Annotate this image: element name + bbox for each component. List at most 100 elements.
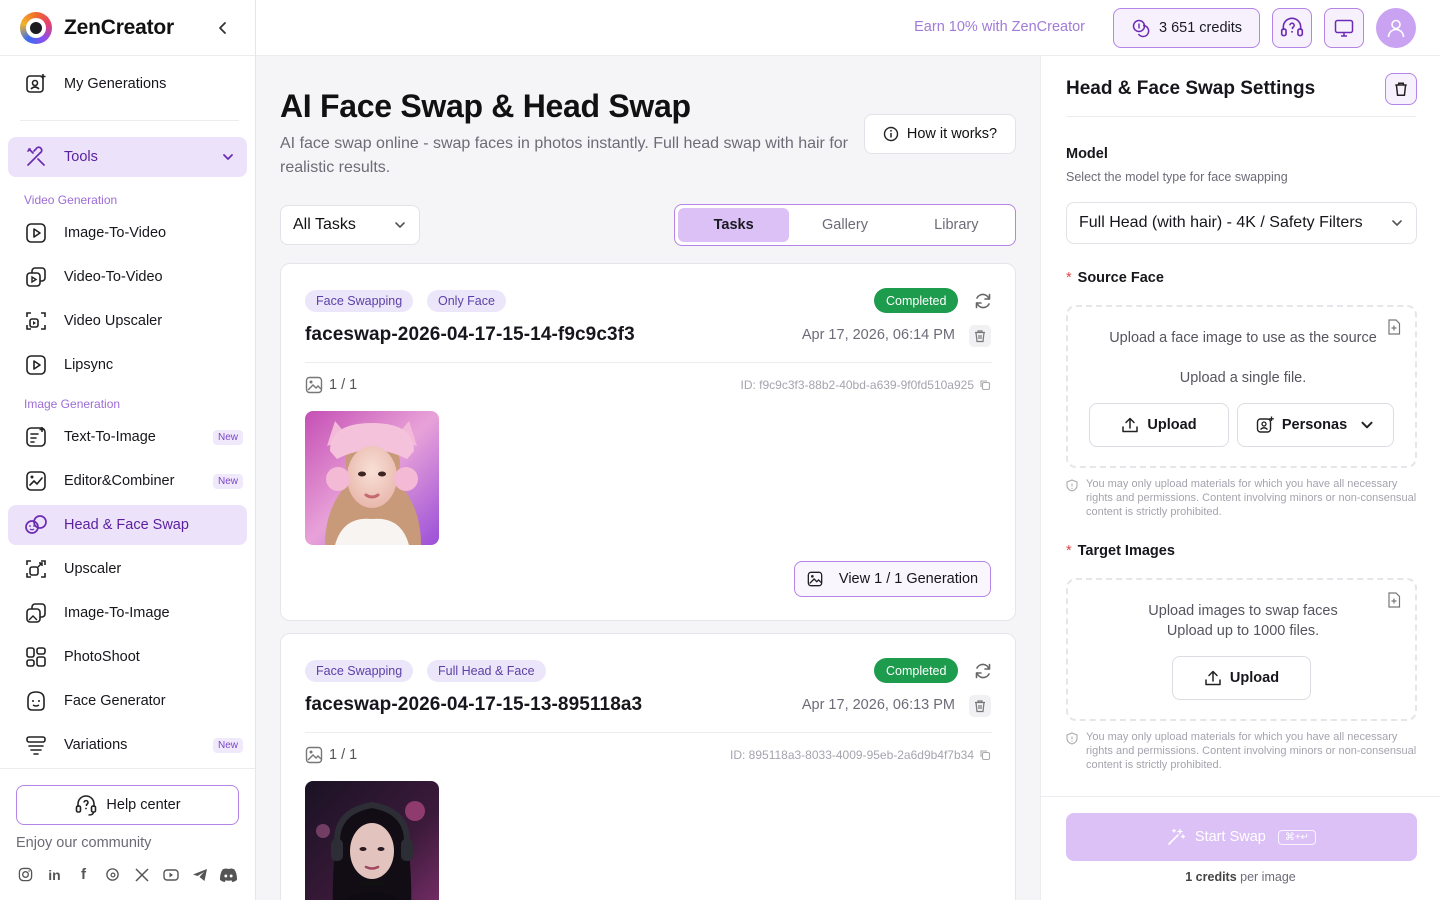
info-icon bbox=[883, 126, 899, 142]
sidebar-divider bbox=[20, 120, 239, 121]
instagram-icon[interactable] bbox=[16, 865, 35, 884]
collapse-sidebar-button[interactable] bbox=[211, 16, 235, 40]
sidebar-item-photoshoot[interactable]: PhotoShoot bbox=[8, 637, 247, 677]
task-date: Apr 17, 2026, 06:13 PM bbox=[801, 697, 955, 713]
sidebar-item-image-to-video[interactable]: Image-To-Video bbox=[8, 213, 247, 253]
delete-task-button[interactable] bbox=[969, 325, 991, 347]
refresh-icon[interactable] bbox=[973, 661, 993, 681]
sidebar-item-video-upscaler[interactable]: Video Upscaler bbox=[8, 301, 247, 341]
linkedin-icon[interactable]: in bbox=[45, 865, 64, 884]
how-it-works-label: How it works? bbox=[906, 126, 998, 142]
required-marker: * bbox=[1066, 270, 1072, 286]
help-center-button[interactable]: Help center bbox=[16, 785, 239, 825]
settings-panel: Head & Face Swap Settings Model Select t… bbox=[1040, 56, 1440, 900]
rights-notice: You may only upload materials for which … bbox=[1066, 730, 1417, 772]
target-images-dropzone[interactable]: Upload images to swap faces Upload up to… bbox=[1066, 578, 1417, 721]
required-marker: * bbox=[1066, 543, 1072, 559]
view-generation-button[interactable]: View 1 / 1 Generation bbox=[794, 561, 991, 597]
source-face-dropzone[interactable]: Upload a face image to use as the source… bbox=[1066, 305, 1417, 468]
task-filter-select[interactable]: All Tasks bbox=[280, 205, 420, 245]
task-tag: Full Head & Face bbox=[427, 660, 546, 682]
sidebar-item-label: Lipsync bbox=[64, 357, 114, 373]
task-id: ID: f9c9c3f3-88b2-40bd-a639-9f0fd510a925 bbox=[740, 378, 991, 392]
sidebar-item-video-to-video[interactable]: Video-To-Video bbox=[8, 257, 247, 297]
sidebar-item-text-to-image[interactable]: Text-To-Image New bbox=[8, 417, 247, 457]
generated-image-thumbnail[interactable] bbox=[305, 411, 439, 545]
generated-image-thumbnail[interactable] bbox=[305, 781, 439, 900]
delete-task-button[interactable] bbox=[969, 695, 991, 717]
tab-library[interactable]: Library bbox=[901, 208, 1012, 242]
user-avatar[interactable] bbox=[1376, 8, 1416, 48]
support-button[interactable] bbox=[1272, 8, 1312, 48]
sidebar-item-editor-combiner[interactable]: Editor&Combiner New bbox=[8, 461, 247, 501]
sidebar-item-variations[interactable]: Variations New bbox=[8, 725, 247, 765]
desktop-app-button[interactable] bbox=[1324, 8, 1364, 48]
status-badge: Completed bbox=[874, 288, 959, 313]
sidebar-item-lipsync[interactable]: Lipsync bbox=[8, 345, 247, 385]
sidebar-item-my-generations[interactable]: My Generations bbox=[8, 64, 247, 104]
new-badge: New bbox=[212, 737, 243, 753]
credits-button[interactable]: 3 651 credits bbox=[1113, 8, 1260, 48]
text-image-icon bbox=[24, 425, 48, 449]
refresh-icon[interactable] bbox=[973, 291, 993, 311]
sidebar-item-upscaler[interactable]: Upscaler bbox=[8, 549, 247, 589]
youtube-icon[interactable] bbox=[161, 865, 180, 884]
image-icon bbox=[807, 571, 823, 587]
trash-icon bbox=[975, 700, 985, 713]
editor-icon bbox=[24, 469, 48, 493]
credits-amount: 1 credits bbox=[1185, 870, 1237, 884]
model-select[interactable]: Full Head (with hair) - 4K / Safety Filt… bbox=[1066, 202, 1417, 244]
model-description: Select the model type for face swapping bbox=[1066, 170, 1288, 184]
model-select-value: Full Head (with hair) - 4K / Safety Filt… bbox=[1079, 214, 1363, 231]
discord-icon[interactable] bbox=[219, 865, 238, 884]
trash-icon bbox=[975, 330, 985, 343]
panel-divider bbox=[1066, 116, 1416, 117]
headset-question-icon bbox=[1280, 17, 1304, 37]
sidebar-item-face-generator[interactable]: Face Generator bbox=[8, 681, 247, 721]
model-label: Model bbox=[1066, 146, 1108, 162]
zencreator-logo[interactable] bbox=[20, 11, 52, 44]
copy-icon[interactable] bbox=[979, 749, 991, 761]
clear-settings-button[interactable] bbox=[1385, 73, 1417, 105]
panel-footer: Start Swap ⌘+↵ 1 credits per image bbox=[1041, 796, 1440, 900]
facebook-icon[interactable]: f bbox=[74, 865, 93, 884]
sidebar: ZenCreator My Generations Tools Video Ge… bbox=[0, 0, 256, 900]
view-tabs: Tasks Gallery Library bbox=[674, 204, 1016, 246]
credits-label: 3 651 credits bbox=[1158, 20, 1243, 36]
source-upload-hint: Upload a face image to use as the source bbox=[1109, 330, 1377, 346]
upload-icon bbox=[1204, 669, 1222, 687]
file-upload-icon bbox=[1387, 592, 1401, 608]
brand-name[interactable]: ZenCreator bbox=[64, 16, 211, 40]
shield-icon bbox=[1066, 479, 1078, 519]
tab-gallery[interactable]: Gallery bbox=[789, 208, 900, 242]
settings-title: Head & Face Swap Settings bbox=[1066, 78, 1316, 99]
upscale-icon bbox=[24, 557, 48, 581]
video-upscale-icon bbox=[24, 309, 48, 333]
source-upload-button[interactable]: Upload bbox=[1089, 403, 1229, 447]
how-it-works-button[interactable]: How it works? bbox=[864, 114, 1016, 154]
start-swap-button[interactable]: Start Swap ⌘+↵ bbox=[1066, 813, 1417, 861]
earn-referral-link[interactable]: Earn 10% with ZenCreator bbox=[914, 19, 1085, 35]
task-title: faceswap-2026-04-17-15-14-f9c9c3f3 bbox=[305, 324, 635, 345]
personas-dropdown[interactable]: Personas bbox=[1237, 403, 1394, 447]
sidebar-tools-toggle[interactable]: Tools bbox=[8, 137, 247, 177]
sidebar-item-image-to-image[interactable]: Image-To-Image bbox=[8, 593, 247, 633]
rights-notice: You may only upload materials for which … bbox=[1066, 477, 1417, 519]
sidebar-item-label: Variations bbox=[64, 737, 128, 753]
x-icon[interactable] bbox=[132, 865, 151, 884]
headset-question-icon bbox=[74, 793, 98, 817]
main-content: AI Face Swap & Head Swap AI face swap on… bbox=[256, 56, 1040, 900]
tab-tasks[interactable]: Tasks bbox=[678, 208, 790, 242]
sidebar-item-label: Upscaler bbox=[64, 561, 122, 577]
user-icon bbox=[1387, 19, 1405, 38]
target-upload-button[interactable]: Upload bbox=[1172, 656, 1311, 700]
sidebar-item-head-face-swap[interactable]: Head & Face Swap bbox=[8, 505, 247, 545]
upload-label: Upload bbox=[1229, 670, 1280, 686]
task-tag: Face Swapping bbox=[305, 290, 414, 312]
group-label-video: Video Generation bbox=[24, 193, 118, 207]
threads-icon[interactable] bbox=[103, 865, 122, 884]
telegram-icon[interactable] bbox=[190, 865, 209, 884]
copy-icon[interactable] bbox=[979, 379, 991, 391]
rights-notice-text: You may only upload materials for which … bbox=[1086, 478, 1417, 518]
sidebar-item-label: My Generations bbox=[64, 76, 167, 92]
